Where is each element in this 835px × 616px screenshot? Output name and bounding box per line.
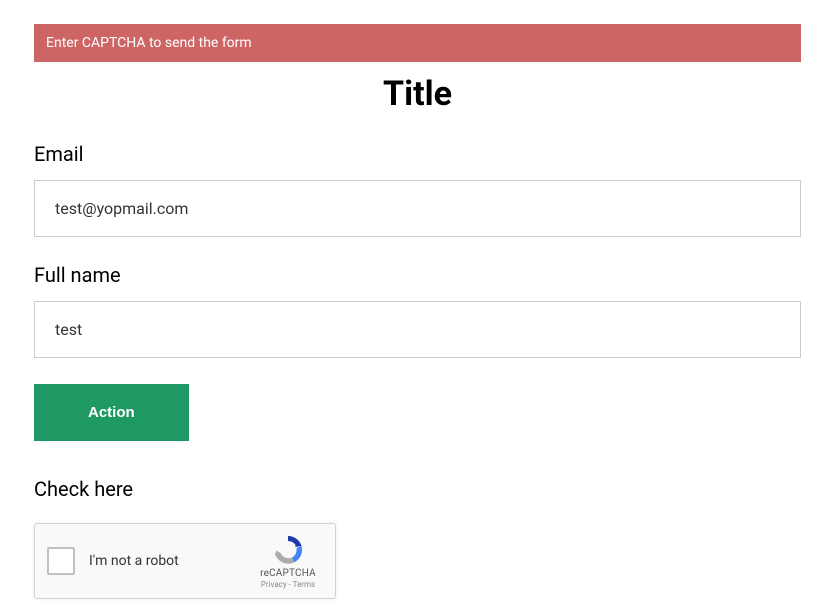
recaptcha-branding: reCAPTCHA Privacy - Terms xyxy=(253,534,323,589)
fullname-label: Full name xyxy=(34,263,801,287)
recaptcha-icon xyxy=(272,534,304,566)
captcha-label: Check here xyxy=(34,477,801,501)
email-group: Email xyxy=(34,142,801,237)
alert-message: Enter CAPTCHA to send the form xyxy=(46,35,252,51)
recaptcha-links[interactable]: Privacy - Terms xyxy=(261,580,315,589)
page-title: Title xyxy=(34,74,801,114)
recaptcha-checkbox[interactable] xyxy=(47,547,75,575)
fullname-group: Full name xyxy=(34,263,801,358)
recaptcha-brand: reCAPTCHA xyxy=(260,568,316,579)
email-field[interactable] xyxy=(34,180,801,237)
fullname-field[interactable] xyxy=(34,301,801,358)
recaptcha-text: I'm not a robot xyxy=(89,553,253,569)
alert-banner: Enter CAPTCHA to send the form xyxy=(34,24,801,62)
action-button[interactable]: Action xyxy=(34,384,189,441)
email-label: Email xyxy=(34,142,801,166)
recaptcha-widget: I'm not a robot reCAPTCHA Privacy - Term… xyxy=(34,523,336,599)
